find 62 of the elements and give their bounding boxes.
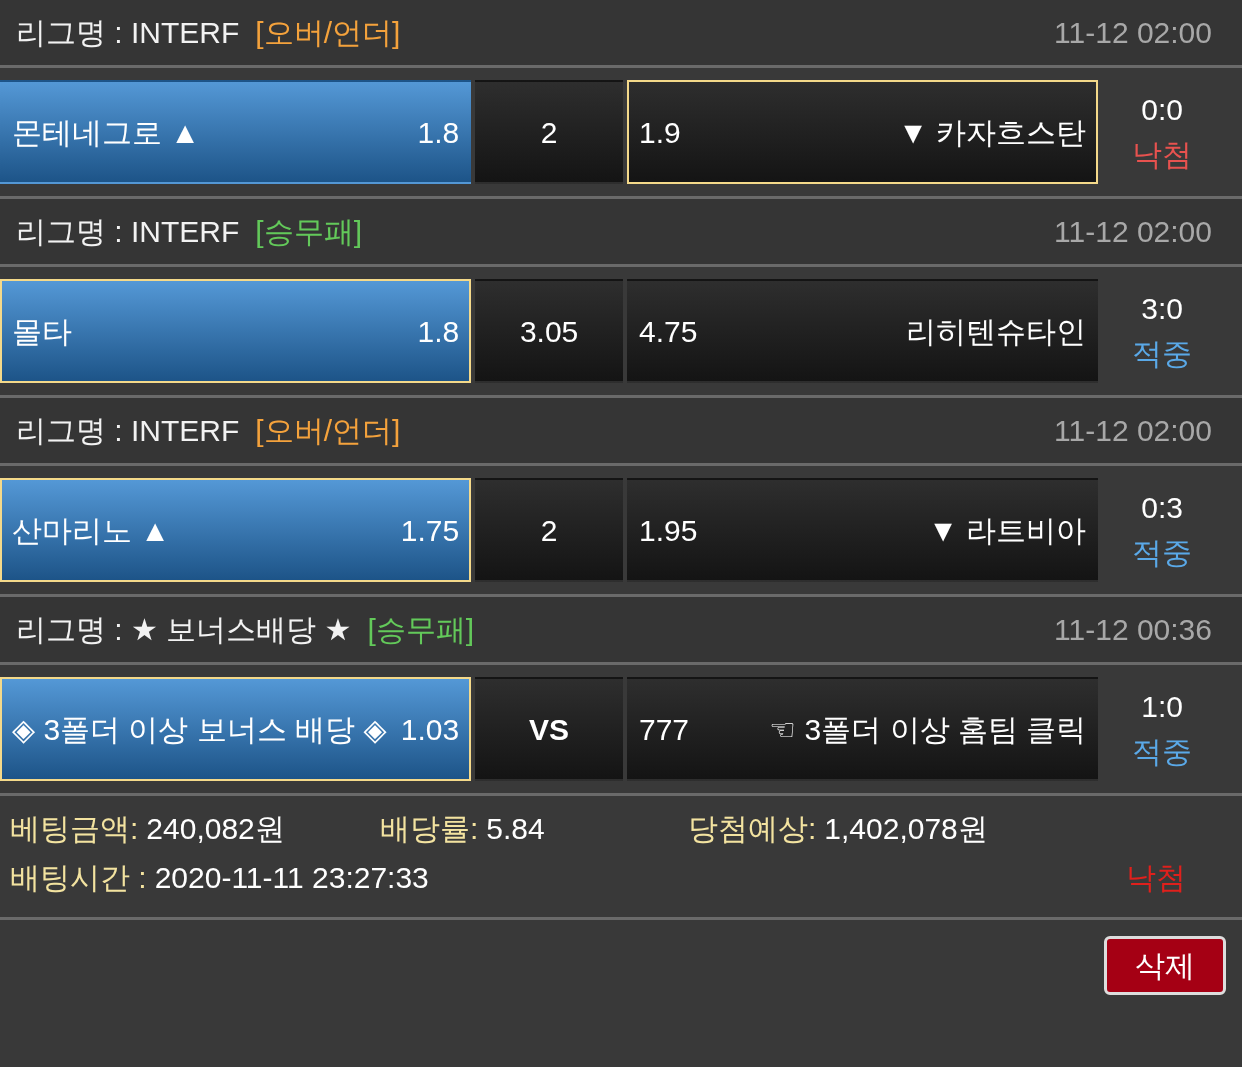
middle-odds: 2 xyxy=(540,512,558,549)
away-team-name: ☜ 3폴더 이상 홈팀 클릭 xyxy=(769,711,1087,748)
away-team-name: 리히텐슈타인 xyxy=(906,313,1087,350)
bet-time: 2020-11-11 23:27:33 xyxy=(154,860,429,896)
market-type: [승무패] xyxy=(255,214,362,250)
match-score: 1:0 xyxy=(1141,689,1183,725)
home-team-option[interactable]: 산마리노 ▲ 1.75 xyxy=(0,478,472,582)
home-team-name: ◈ 3폴더 이상 보너스 배당 ◈ xyxy=(12,711,387,748)
match-time: 11-12 02:00 xyxy=(1054,214,1212,250)
odds-value: 1.8 xyxy=(417,114,460,151)
result-status: 적중 xyxy=(1132,535,1193,571)
away-team-option[interactable]: 4.75 리히텐슈타인 xyxy=(627,279,1099,383)
match-time: 11-12 02:00 xyxy=(1054,15,1212,51)
result-status: 낙첨 xyxy=(1132,137,1193,173)
odds-rate: 5.84 xyxy=(486,811,545,847)
bet-time-label: 배팅시간 : xyxy=(10,860,147,896)
draw-option[interactable]: VS xyxy=(475,677,623,781)
away-team-name: ▼ 라트비아 xyxy=(928,512,1087,549)
away-team-option[interactable]: 1.9 ▼ 카자흐스탄 xyxy=(627,80,1099,184)
bet-amount: 240,082원 xyxy=(146,811,285,847)
match-score: 0:3 xyxy=(1141,490,1183,526)
home-team-name: 몰타 xyxy=(12,313,72,350)
league-name: 리그명 : INTERF xyxy=(16,413,240,449)
market-type: [오버/언더] xyxy=(255,413,401,449)
result-status: 적중 xyxy=(1132,734,1193,770)
middle-odds: 2 xyxy=(540,114,558,151)
odds-value: 4.75 xyxy=(639,313,698,350)
odds-value: 777 xyxy=(639,711,690,748)
odds-value: 1.8 xyxy=(417,313,460,350)
odds-value: 1.95 xyxy=(639,512,698,549)
home-team-option[interactable]: 몬테네그로 ▲ 1.8 xyxy=(0,80,472,184)
result-status: 낙첨 xyxy=(1126,860,1186,896)
league-name: 리그명 : INTERF xyxy=(16,15,240,51)
home-team-name: 산마리노 ▲ xyxy=(12,512,171,549)
middle-odds: 3.05 xyxy=(519,313,579,350)
expected-win-label: 당첨예상: xyxy=(688,811,817,847)
match-score: 0:0 xyxy=(1141,92,1183,128)
away-team-option[interactable]: 777 ☜ 3폴더 이상 홈팀 클릭 xyxy=(627,677,1099,781)
result-status: 적중 xyxy=(1132,336,1193,372)
away-team-name: ▼ 카자흐스탄 xyxy=(898,114,1087,151)
expected-win: 1,402,078원 xyxy=(824,811,988,847)
delete-button[interactable]: 삭제 xyxy=(1104,936,1226,995)
away-team-option[interactable]: 1.95 ▼ 라트비아 xyxy=(627,478,1099,582)
market-type: [오버/언더] xyxy=(255,15,401,51)
odds-value: 1.9 xyxy=(639,114,681,151)
match-score: 3:0 xyxy=(1141,291,1183,327)
home-team-option[interactable]: 몰타 1.8 xyxy=(0,279,472,383)
middle-odds: VS xyxy=(529,711,570,748)
draw-option[interactable]: 2 xyxy=(475,80,623,184)
draw-option[interactable]: 3.05 xyxy=(475,279,623,383)
odds-value: 1.75 xyxy=(400,512,460,549)
home-team-option[interactable]: ◈ 3폴더 이상 보너스 배당 ◈ 1.03 xyxy=(0,677,472,781)
bet-amount-label: 베팅금액: xyxy=(10,811,139,847)
match-time: 11-12 00:36 xyxy=(1054,612,1212,648)
draw-option[interactable]: 2 xyxy=(475,478,623,582)
match-time: 11-12 02:00 xyxy=(1054,413,1212,449)
league-name: 리그명 : ★ 보너스배당 ★ xyxy=(16,612,352,648)
odds-value: 1.03 xyxy=(400,711,460,748)
market-type: [승무패] xyxy=(367,612,475,648)
league-name: 리그명 : INTERF xyxy=(16,214,240,250)
odds-rate-label: 배당률: xyxy=(380,811,479,847)
home-team-name: 몬테네그로 ▲ xyxy=(12,114,201,151)
